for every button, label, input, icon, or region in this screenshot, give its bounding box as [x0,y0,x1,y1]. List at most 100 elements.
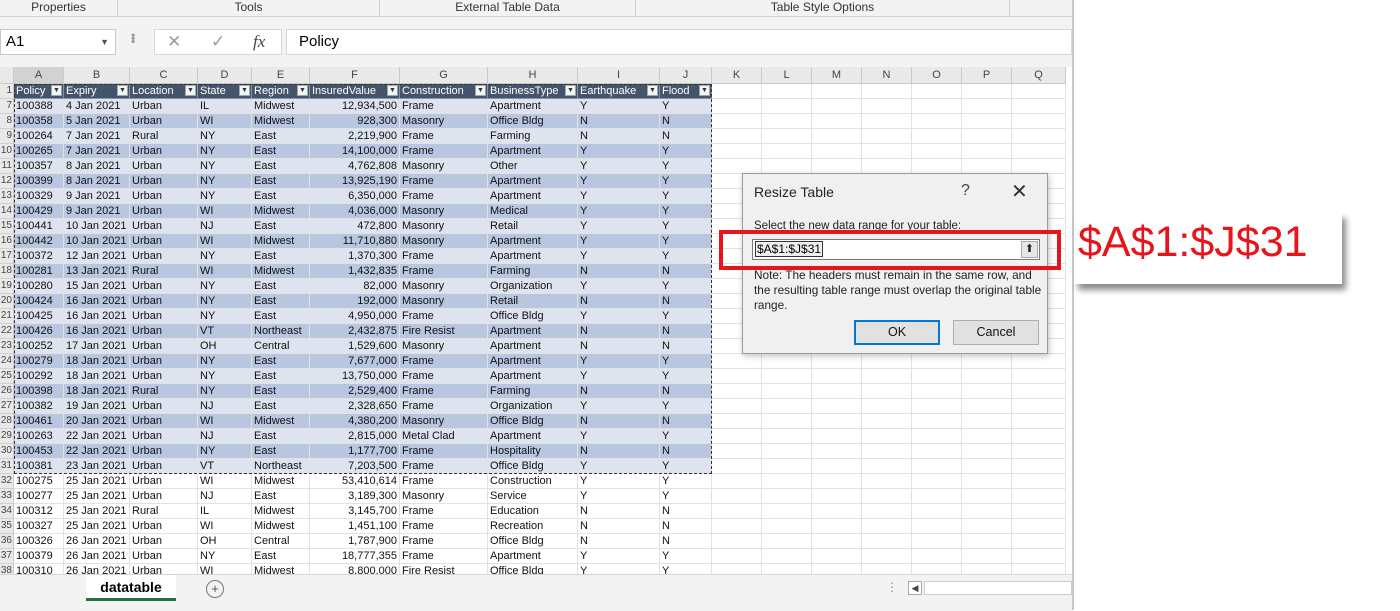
table-cell[interactable]: Midwest [252,504,310,519]
table-cell[interactable]: Apartment [488,339,578,354]
grid-cell[interactable] [862,534,912,549]
table-cell[interactable]: 16 Jan 2021 [64,309,130,324]
grid-cell[interactable] [762,414,812,429]
table-cell[interactable]: 53,410,614 [310,474,400,489]
column-header-p[interactable]: P [962,67,1012,84]
table-cell[interactable]: NJ [198,489,252,504]
table-cell[interactable]: Retail [488,219,578,234]
table-cell[interactable]: Office Bldg [488,309,578,324]
grid-cell[interactable] [712,534,762,549]
table-cell[interactable]: 1,177,700 [310,444,400,459]
grid-cell[interactable] [812,564,862,574]
table-cell[interactable]: Urban [130,324,198,339]
grid-cell[interactable] [812,444,862,459]
table-cell[interactable]: Urban [130,339,198,354]
grid-cell[interactable] [762,354,812,369]
grid-cell[interactable] [962,444,1012,459]
grid-cell[interactable] [812,99,862,114]
table-cell[interactable]: 18 Jan 2021 [64,384,130,399]
table-cell[interactable]: Urban [130,309,198,324]
grid-cell[interactable] [812,369,862,384]
grid-cell[interactable] [862,129,912,144]
grid-cell[interactable] [712,159,762,174]
grid-cell[interactable] [912,549,962,564]
table-cell[interactable]: 12,934,500 [310,99,400,114]
table-cell[interactable]: East [252,159,310,174]
table-cell[interactable]: Y [578,279,660,294]
table-cell[interactable]: Fire Resist [400,564,488,574]
table-cell[interactable]: Organization [488,399,578,414]
column-header-f[interactable]: F [310,67,400,84]
column-header-g[interactable]: G [400,67,488,84]
table-cell[interactable]: Y [660,474,712,489]
table-cell[interactable]: Y [660,144,712,159]
table-cell[interactable]: N [578,414,660,429]
grid-cell[interactable] [712,489,762,504]
row-header[interactable]: 28 [0,414,14,429]
row-header[interactable]: 32 [0,474,14,489]
table-cell[interactable]: Frame [400,189,488,204]
table-cell[interactable]: 25 Jan 2021 [64,474,130,489]
table-cell[interactable]: Fire Resist [400,324,488,339]
table-cell[interactable]: Frame [400,519,488,534]
table-cell[interactable]: 1,787,900 [310,534,400,549]
grid-cell[interactable] [962,549,1012,564]
table-cell[interactable]: Frame [400,399,488,414]
grid-cell[interactable] [912,129,962,144]
grid-cell[interactable] [812,549,862,564]
table-cell[interactable]: 8 Jan 2021 [64,174,130,189]
table-cell[interactable]: WI [198,474,252,489]
table-cell[interactable]: Office Bldg [488,114,578,129]
grid-cell[interactable] [712,129,762,144]
column-header-e[interactable]: E [252,67,310,84]
cancel-icon[interactable]: ✕ [167,32,181,52]
row-header[interactable]: 38 [0,564,14,574]
grid-cell[interactable] [912,564,962,574]
grid-cell[interactable] [962,564,1012,574]
table-cell[interactable]: Frame [400,474,488,489]
table-cell[interactable]: Retail [488,294,578,309]
table-cell[interactable]: Frame [400,459,488,474]
table-cell[interactable]: 15 Jan 2021 [64,279,130,294]
table-cell[interactable]: 11,710,880 [310,234,400,249]
table-cell[interactable]: East [252,219,310,234]
grid-cell[interactable] [912,474,962,489]
table-cell[interactable]: Y [578,549,660,564]
table-cell[interactable]: Apartment [488,429,578,444]
table-cell[interactable]: Y [660,204,712,219]
table-cell[interactable]: NY [198,294,252,309]
table-cell[interactable]: Y [660,249,712,264]
table-cell[interactable]: Farming [488,384,578,399]
table-cell[interactable]: East [252,444,310,459]
grid-cell[interactable] [1012,549,1066,564]
table-cell[interactable]: Y [578,429,660,444]
name-box[interactable]: A1 ▼ [0,29,116,55]
grid-cell[interactable] [1012,429,1066,444]
table-cell[interactable]: N [660,324,712,339]
table-cell[interactable]: 100357 [14,159,64,174]
table-cell[interactable]: Urban [130,549,198,564]
table-cell[interactable]: NY [198,189,252,204]
table-cell[interactable]: NY [198,384,252,399]
column-header-k[interactable]: K [712,67,762,84]
table-cell[interactable]: 20 Jan 2021 [64,414,130,429]
table-cell[interactable]: 2,432,875 [310,324,400,339]
table-cell[interactable]: Midwest [252,204,310,219]
table-cell[interactable]: 14,100,000 [310,144,400,159]
grid-cell[interactable] [1012,504,1066,519]
filter-dropdown-icon[interactable]: ▼ [239,85,250,96]
filter-dropdown-icon[interactable]: ▼ [387,85,398,96]
grid-cell[interactable] [762,504,812,519]
table-cell[interactable]: East [252,294,310,309]
table-cell[interactable]: Central [252,339,310,354]
grid-cell[interactable] [962,84,1012,99]
grid-cell[interactable] [762,444,812,459]
row-header[interactable]: 19 [0,279,14,294]
row-header[interactable]: 14 [0,204,14,219]
grid-cell[interactable] [912,519,962,534]
table-cell[interactable]: Apartment [488,234,578,249]
table-cell[interactable]: Frame [400,249,488,264]
row-header[interactable]: 35 [0,519,14,534]
table-cell[interactable]: Masonry [400,339,488,354]
column-header-c[interactable]: C [130,67,198,84]
